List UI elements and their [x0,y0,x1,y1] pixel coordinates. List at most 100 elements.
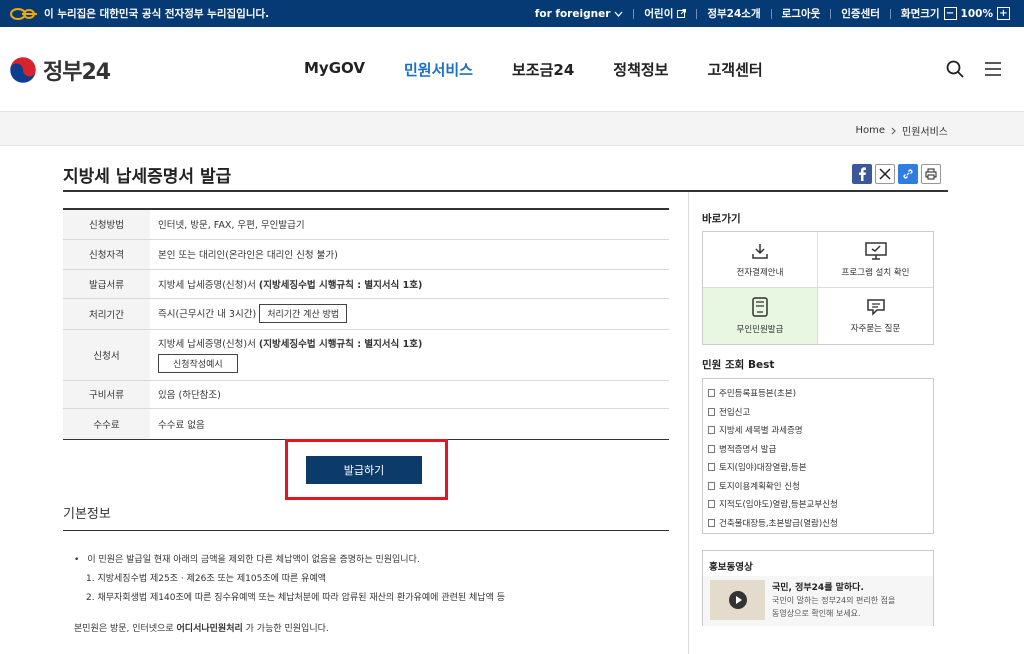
period-text: 즉시(근무시간 내 3시간) [158,309,257,320]
facebook-icon [859,167,866,181]
basic-info-title: 기본정보 [63,507,111,522]
form-law: (지방세징수법 시행규칙 : 별지서식 1호) [258,339,423,350]
promo-desc-1: 국민이 말하는 정부24의 편리한 점을 [772,596,896,605]
qualification-value: 본인 또는 대리인(온라인은 대리인 신청 불가) [150,239,669,270]
basic-line-2: 1. 지방세징수법 제25조 · 제26조 또는 제105조에 따른 유예액 [86,574,327,584]
service-info-table: 신청방법 인터넷, 방문, FAX, 우편, 무인발급기 신청자격 본인 또는 … [63,208,669,440]
kids-label: 어린이 [644,8,674,20]
period-calc-button[interactable]: 처리기간 계산 방법 [259,304,348,323]
nav-civil-service[interactable]: 민원서비스 [404,59,473,80]
gov-notice: 이 누리집은 대한민국 공식 전자정부 누리집입니다. [10,6,269,21]
kids-link[interactable]: 어린이 [644,6,687,21]
x-share-button[interactable] [875,164,895,184]
quick-links: 전자결제안내 프로그램 설치 확인 무인민원발급 자주묻는 질문 [702,231,934,345]
quick-faq[interactable]: 자주묻는 질문 [818,288,933,344]
bullet-icon: • [74,555,80,565]
nav-mygov[interactable]: MyGOV [304,59,365,80]
list-item[interactable]: 토지(임야)대장열람,등본 [708,458,933,477]
document-icon [708,481,715,490]
document-icon [708,518,715,527]
period-label: 처리기간 [63,298,150,330]
form-example-button[interactable]: 신청작성예시 [158,354,238,373]
table-row: 신청서 지방세 납세증명(신청)서 (지방세징수법 시행규칙 : 별지서식 1호… [63,329,669,381]
method-value: 인터넷, 방문, FAX, 우편, 무인발급기 [150,209,669,240]
gov-notice-text: 이 누리집은 대한민국 공식 전자정부 누리집입니다. [44,8,270,20]
print-button[interactable] [921,164,941,184]
cert-center-link[interactable]: 인증센터 [841,6,880,21]
breadcrumb: Home 민원서비스 [855,123,948,138]
promo-headline: 국민, 정부24를 말하다. [772,583,864,593]
logout-link[interactable]: 로그아웃 [782,6,821,21]
play-icon [728,591,747,609]
form-name: 지방세 납세증명(신청)서 [158,339,259,350]
promo-title: 홍보동영상 [709,562,753,573]
zoom-value: 100% [960,7,993,20]
zoom-in-button[interactable]: + [997,7,1010,20]
quick-program-check[interactable]: 프로그램 설치 확인 [818,232,933,288]
copy-link-button[interactable] [898,164,918,184]
for-foreigner-menu[interactable]: for foreigner [535,8,624,20]
nav-customer-center[interactable]: 고객센터 [707,59,762,80]
kiosk-icon [752,297,768,317]
qualification-label: 신청자격 [63,239,150,270]
document-label: 발급서류 [63,269,150,299]
document-value: 지방세 납세증명(신청)서 (지방세징수법 시행규칙 : 별지서식 1호) [150,269,669,299]
x-logo-icon [879,168,891,180]
nav-subsidy[interactable]: 보조금24 [512,59,574,80]
title-divider [63,190,948,192]
quick-label: 프로그램 설치 확인 [841,267,910,278]
korea-emblem-icon [10,7,37,20]
promo-description: 국민이 말하는 정부24의 편리한 점을 동영상으로 확인해 보세요. [772,594,895,620]
video-thumbnail[interactable] [710,580,765,620]
search-icon[interactable] [946,60,964,78]
table-row: 구비서류 있음 (하단참조) [63,380,669,409]
quick-label: 무인민원발급 [736,325,784,335]
list-item[interactable]: 건축물대장등,초본발급(열람)신청 [708,514,933,533]
list-item[interactable]: 병적증명서 발급 [708,440,933,459]
best-item-label: 토지(임야)대장열람,등본 [719,463,807,474]
screen-size-control: 화면크기 − 100% + [901,6,1010,21]
promo-video-item[interactable]: 국민, 정부24를 말하다. 국민이 말하는 정부24의 편리한 점을 동영상으로… [703,576,933,626]
document-name: 지방세 납세증명(신청)서 [158,279,259,291]
note-suffix: 가 가능한 민원입니다. [242,624,329,634]
breadcrumb-bar: Home 민원서비스 [0,112,1024,146]
document-icon [708,444,715,453]
document-law: (지방세징수법 시행규칙 : 별지서식 1호) [258,279,423,291]
about-link[interactable]: 정부24소개 [707,6,760,21]
quick-payment-guide[interactable]: 전자결제안내 [703,232,818,288]
method-label: 신청방법 [63,209,150,240]
best-item-label: 병적증명서 발급 [719,444,777,455]
highlight-box [285,439,448,500]
list-item[interactable]: 주민등록표등본(초본) [708,384,933,403]
menu-icon[interactable] [984,60,1002,78]
list-item[interactable]: 지적도(임야도)열람,등본교부신청 [708,495,933,514]
best-item-label: 토지이용계획확인 신청 [719,481,800,492]
basic-line-1: 이 민원은 발급일 현재 아래의 금액을 제외한 다른 체납액이 없음을 증명하… [87,555,420,565]
list-item[interactable]: 전입신고 [708,403,933,422]
basic-line-3: 2. 채무자회생법 제140조에 따른 징수유예액 또는 체납처분에 따라 압류… [86,593,505,603]
required-docs-value: 있음 (하단참조) [150,380,669,409]
fee-value: 수수료 없음 [150,408,669,440]
breadcrumb-current[interactable]: 민원서비스 [902,123,948,138]
facebook-share-button[interactable] [852,164,872,184]
site-header: 정부24 MyGOV 민원서비스 보조금24 정책정보 고객센터 [0,27,1024,112]
list-item[interactable]: 토지이용계획확인 신청 [708,477,933,496]
zoom-out-button[interactable]: − [943,7,957,20]
table-row: 수수료 수수료 없음 [63,408,669,440]
best-item-label: 지적도(임야도)열람,등본교부신청 [719,500,838,511]
screen-size-label: 화면크기 [900,8,940,20]
note-prefix: 본민원은 방문, 인터넷으로 [74,624,177,634]
list-item[interactable]: 지방세 세목별 과세증명 [708,421,933,440]
best-item-label: 건축물대장등,초본발급(열람)신청 [719,518,838,529]
nav-policy[interactable]: 정책정보 [613,59,668,80]
breadcrumb-home[interactable]: Home [855,125,885,136]
document-icon [708,426,715,435]
best-list-title: 민원 조회 Best [702,359,775,371]
document-icon [708,389,715,398]
best-list: 주민등록표등본(초본) 전입신고 지방세 세목별 과세증명 병적증명서 발급 토… [702,378,934,534]
table-row: 신청방법 인터넷, 방문, FAX, 우편, 무인발급기 [63,209,669,240]
link-icon [903,169,913,179]
site-logo[interactable]: 정부24 [9,54,111,86]
quick-kiosk[interactable]: 무인민원발급 [703,288,818,344]
main-nav: MyGOV 민원서비스 보조금24 정책정보 고객센터 [304,59,763,80]
